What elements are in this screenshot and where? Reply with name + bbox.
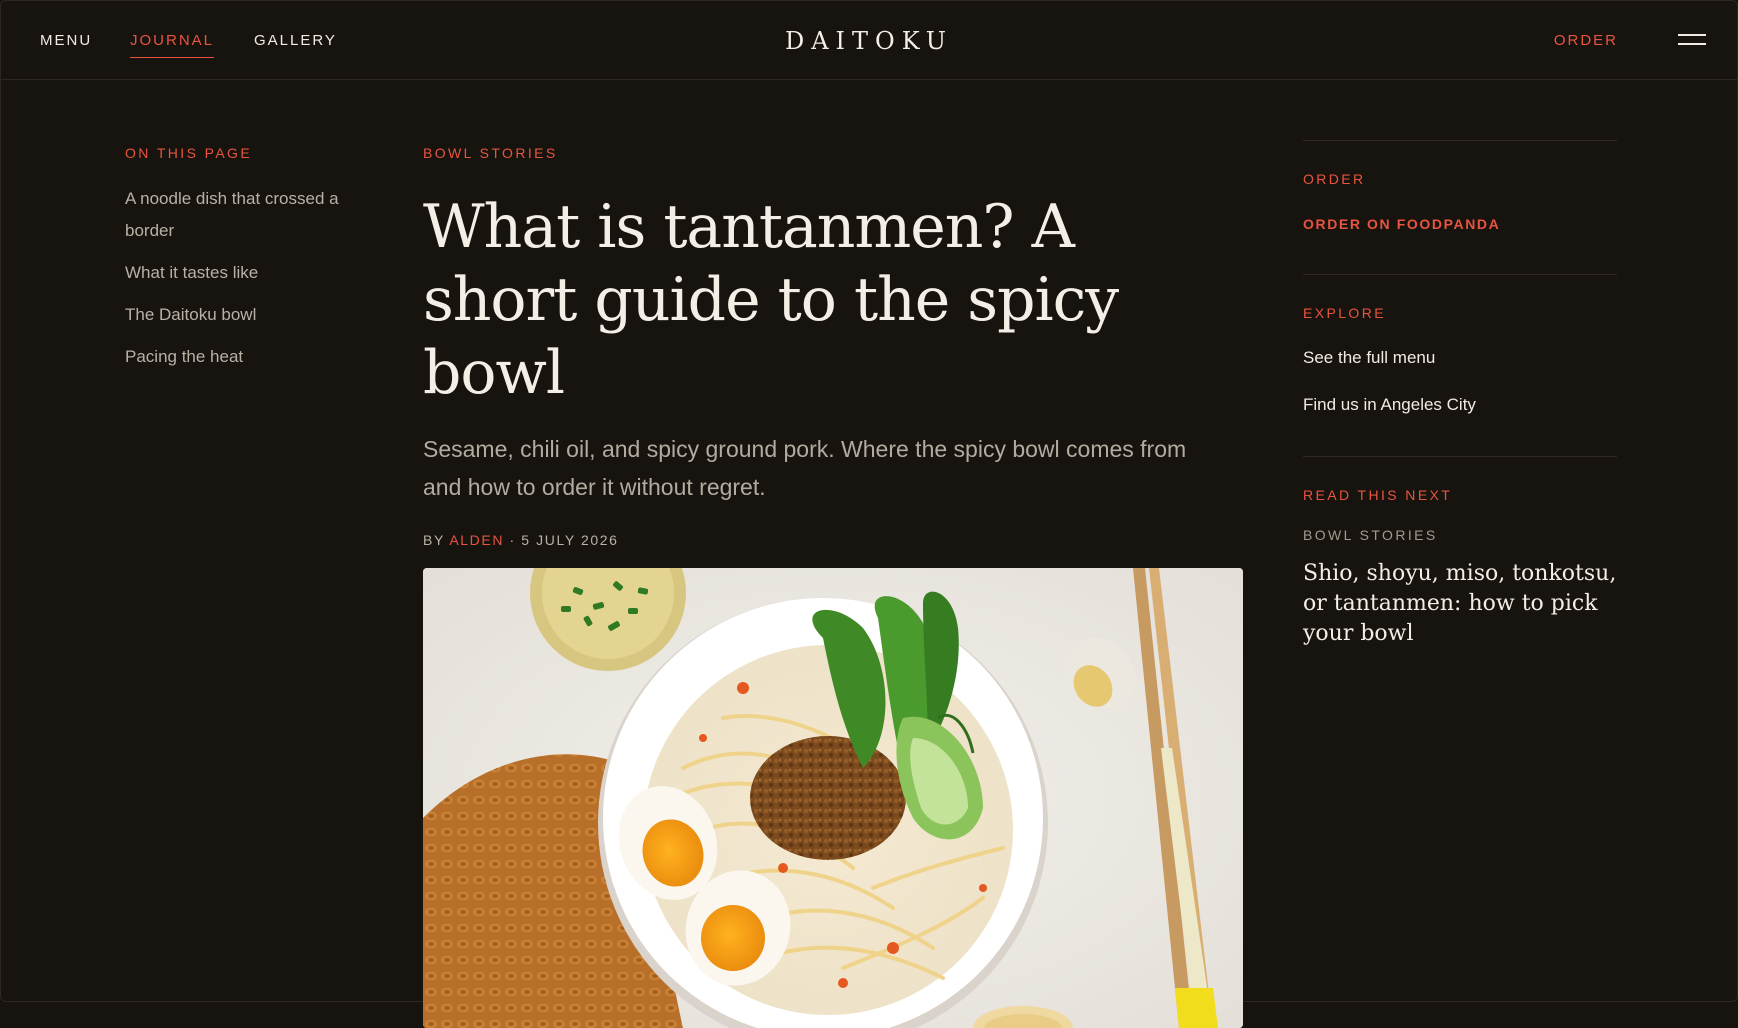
right-sidebar: ORDER ORDER ON FOODPANDA EXPLORE See the…	[1303, 140, 1617, 649]
publish-date: 5 JULY 2026	[521, 532, 619, 548]
read-next-section: READ THIS NEXT BOWL STORIES Shio, shoyu,…	[1303, 456, 1617, 649]
next-article-link[interactable]: Shio, shoyu, miso, tonkotsu, or tantanme…	[1303, 559, 1617, 649]
article-category: BOWL STORIES	[423, 145, 558, 161]
hero-image	[423, 568, 1243, 1028]
read-next-heading: READ THIS NEXT	[1303, 487, 1453, 503]
toc-heading: ON THIS PAGE	[125, 145, 253, 161]
byline: BY ALDEN · 5 JULY 2026	[423, 530, 1243, 550]
full-menu-link[interactable]: See the full menu	[1303, 347, 1617, 369]
order-section: ORDER ORDER ON FOODPANDA	[1303, 140, 1617, 234]
location-link[interactable]: Find us in Angeles City	[1303, 394, 1617, 416]
hamburger-menu-icon[interactable]	[1678, 32, 1708, 48]
next-article-category: BOWL STORIES	[1303, 527, 1438, 543]
article: BOWL STORIES What is tantanmen? A short …	[423, 143, 1243, 1028]
toc-list: A noodle dish that crossed a border What…	[125, 183, 365, 373]
table-of-contents: ON THIS PAGE A noodle dish that crossed …	[125, 143, 365, 383]
toc-item[interactable]: Pacing the heat	[125, 341, 365, 373]
byline-separator: ·	[509, 532, 516, 548]
byline-prefix: BY	[423, 532, 445, 548]
order-heading: ORDER	[1303, 171, 1366, 187]
explore-section: EXPLORE See the full menu Find us in Ang…	[1303, 274, 1617, 416]
article-title: What is tantanmen? A short guide to the …	[423, 192, 1119, 408]
explore-heading: EXPLORE	[1303, 305, 1386, 321]
brand-logo[interactable]: DAITOKU	[0, 26, 1738, 56]
tantanmen-bowl-photo	[423, 568, 1243, 1028]
top-navigation: MENU JOURNAL GALLERY DAITOKU ORDER	[0, 0, 1738, 80]
toc-item[interactable]: A noodle dish that crossed a border	[125, 183, 365, 247]
toc-item[interactable]: The Daitoku bowl	[125, 299, 365, 331]
nav-order-link[interactable]: ORDER	[1554, 31, 1618, 51]
article-dek: Sesame, chili oil, and spicy ground pork…	[423, 436, 1187, 500]
order-on-foodpanda-link[interactable]: ORDER ON FOODPANDA	[1303, 214, 1617, 234]
author-link[interactable]: ALDEN	[449, 532, 504, 548]
toc-item[interactable]: What it tastes like	[125, 257, 365, 289]
